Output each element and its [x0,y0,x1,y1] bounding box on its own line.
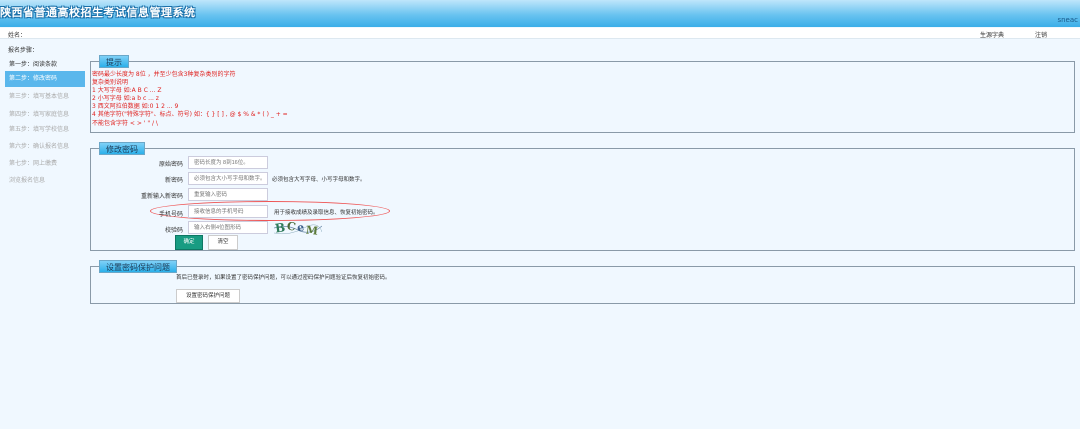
sidebar-step-online-payment[interactable]: 第七步：网上缴费 [5,156,85,172]
confirm-password-input[interactable] [188,188,268,201]
confirm-password-label: 重新输入新密码 [140,193,183,200]
app-title: 陕西省普通高校招生考试信息管理系统 [0,6,196,19]
original-password-input[interactable] [188,156,268,169]
app-header: 陕西省普通高校招生考试信息管理系统 sneac [0,0,1080,27]
captcha-label: 校验码 [164,227,183,234]
reset-button[interactable]: 清空 [208,235,238,250]
user-bar: 姓名： 生源字典 注销 [0,28,1080,39]
tip-line: 4 其他字符("特殊字符"、标点、符号) 如：{ } [ ] , @ $ % &… [92,111,288,119]
tip-line: 复杂类别说明 [92,79,129,87]
tips-panel-title: 提示 [99,55,129,68]
set-security-question-button[interactable]: 设置密码保护问题 [176,289,240,303]
phone-number-label: 手机号码 [158,211,183,218]
tip-line: 密码最少长度为 8位 ，并至少包含3种复杂类别的字符 [92,71,236,78]
sidebar-step-school-info[interactable]: 第五步：填写学校信息 [5,122,85,138]
change-password-panel: 修改密码 原始密码 新密码 必须包含大写字母、小写字母和数字。 重新输入新密码 … [90,142,1075,251]
sidebar-title: 报名步骤： [8,47,39,54]
captcha-image[interactable]: B C e M [274,216,322,238]
captcha-char: e [296,221,306,235]
tip-line: 不能包含字符 < > ' " / \ [92,119,158,127]
captcha-char: B [274,220,286,235]
sidebar-step-basic-info[interactable]: 第三步：填写基本信息 [5,89,85,105]
phone-number-hint: 用于接收成绩及录取信息、恢复初始密码。 [274,210,379,216]
security-question-panel-title: 设置密码保护问题 [99,260,177,273]
user-name-label: 姓名： [8,32,27,39]
tips-body: 密码最少长度为 8位 ，并至少包含3种复杂类别的字符 复杂类别说明 1 大写字母… [92,71,288,128]
new-password-label: 新密码 [164,177,183,184]
security-question-description: 首后已登录时，如果设置了密码保护问题，可以通过密码保护问题验证后恢复初始密码。 [176,275,391,281]
new-password-input[interactable] [188,172,268,185]
original-password-label: 原始密码 [158,161,183,168]
captcha-char: M [305,224,318,238]
logout-link[interactable]: 注销 [1035,30,1047,39]
new-password-hint: 必须包含大写字母、小写字母和数字。 [272,177,366,183]
header-right-label: sneac [1057,16,1078,24]
phone-number-input[interactable] [188,205,268,218]
sidebar-step-change-password[interactable]: 第二步：修改密码 [5,71,85,87]
sidebar-step-browse-info[interactable]: 浏览报名信息 [5,173,85,189]
confirm-button[interactable]: 确定 [175,235,203,250]
security-question-panel: 设置密码保护问题 首后已登录时，如果设置了密码保护问题，可以通过密码保护问题验证… [90,260,1075,304]
sidebar-step-confirm-info[interactable]: 第六步：确认报名信息 [5,139,85,155]
guide-link[interactable]: 生源字典 [980,30,1004,39]
change-password-panel-title: 修改密码 [99,142,145,155]
sidebar-step-family-info[interactable]: 第四步：填写家庭信息 [5,107,85,123]
captcha-input[interactable] [188,221,268,234]
tips-panel: 提示 密码最少长度为 8位 ，并至少包含3种复杂类别的字符 复杂类别说明 1 大… [90,55,1075,133]
